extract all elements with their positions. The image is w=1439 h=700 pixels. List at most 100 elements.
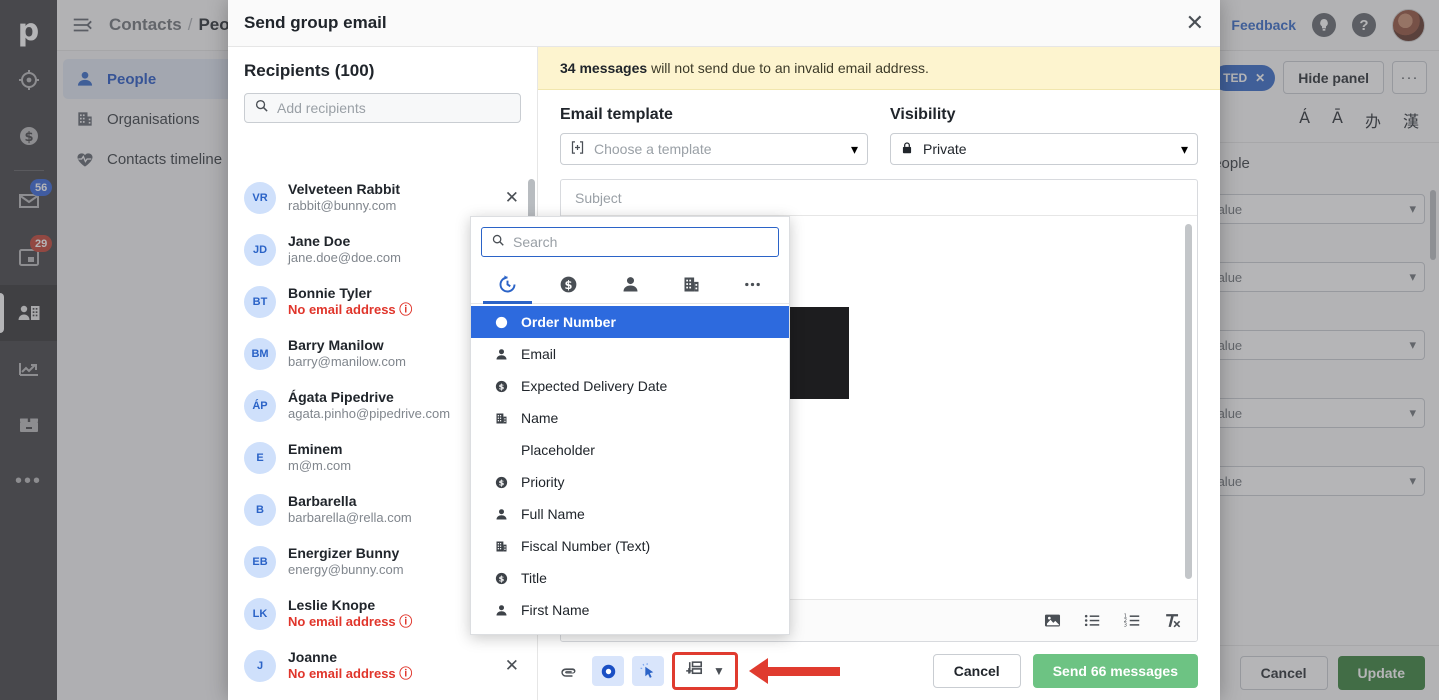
recipient-text: Jane Doe jane.doe@doe.com [288, 233, 493, 267]
recipient-email: agata.pinho@pipedrive.com [288, 406, 451, 422]
merge-field-item[interactable]: Name [471, 402, 789, 434]
recent-icon [499, 274, 516, 292]
avatar: LK [244, 598, 276, 630]
recipient-text: Bonnie Tyler No email address ⓘ [288, 285, 493, 319]
deal-icon: $ [560, 276, 577, 292]
merge-field-item[interactable]: First Name [471, 594, 789, 626]
tab-organisation[interactable] [661, 265, 722, 303]
merge-field-item[interactable]: $ Order Number [471, 306, 789, 338]
recipient-name: Eminem [288, 440, 343, 457]
person-icon [623, 276, 637, 291]
avatar: B [244, 494, 276, 526]
add-recipients-input[interactable] [277, 100, 511, 116]
merge-field-label: Full Name [521, 506, 585, 522]
deal-icon: $ [493, 379, 510, 394]
template-icon [570, 140, 585, 158]
recipient-name: Velveteen Rabbit [288, 180, 401, 197]
merge-field-label: Order Number [521, 314, 616, 330]
deal-icon: $ [493, 475, 510, 490]
email-template-label: Email template [560, 106, 673, 123]
annotation-arrow [749, 658, 840, 684]
merge-field-item[interactable]: Email [471, 338, 789, 370]
deal-icon: $ [493, 571, 510, 586]
recipient-email: energy@bunny.com [288, 562, 404, 578]
recipients-heading: Recipients (100) [244, 61, 375, 80]
attachment-icon[interactable] [552, 656, 584, 686]
format-toolbar-right: 123 [1037, 607, 1187, 635]
visibility-value: Private [923, 141, 967, 157]
merge-field-item[interactable]: $ Title [471, 562, 789, 594]
svg-text:$: $ [499, 317, 505, 327]
send-messages-button[interactable]: Send 66 messages [1032, 654, 1198, 688]
remove-recipient-icon[interactable]: ✕ [505, 656, 527, 676]
subject-field[interactable]: Subject [561, 180, 1197, 216]
tracking-icon[interactable] [592, 656, 624, 686]
merge-field-item[interactable]: Fiscal Number (Text) [471, 530, 789, 562]
merge-field-list: $ Order Number Email $ Expected Delivery Dat… [471, 304, 789, 634]
dialog-title: Send group email [244, 13, 387, 32]
merge-search-input[interactable] [513, 234, 769, 250]
merge-field-item[interactable]: Full Name [471, 498, 789, 530]
merge-search-field[interactable] [481, 227, 779, 257]
merge-field-dropdown: $ $ Order Number Email $ Expected Delivery D… [470, 216, 790, 635]
merge-field-label: Expected Delivery Date [521, 378, 668, 394]
avatar: E [244, 442, 276, 474]
recipient-name: Barbarella [288, 492, 357, 509]
info-icon[interactable]: ⓘ [399, 302, 412, 317]
info-icon[interactable]: ⓘ [399, 666, 412, 681]
info-icon[interactable]: ⓘ [399, 614, 412, 629]
avatar: EB [244, 546, 276, 578]
clear-formatting-icon[interactable] [1157, 607, 1187, 635]
recipient-text: Leslie Knope No email address ⓘ [288, 597, 493, 631]
merge-field-label: Placeholder [521, 442, 595, 458]
merge-field-button[interactable]: ▼ [672, 652, 840, 690]
merge-field-item[interactable]: Placeholder [471, 434, 789, 466]
remove-recipient-icon[interactable]: ✕ [505, 188, 527, 208]
recipient-name: Ágata Pipedrive [288, 388, 394, 405]
recipient-name: Energizer Bunny [288, 544, 400, 561]
svg-text:$: $ [565, 277, 573, 291]
tab-person[interactable] [599, 265, 660, 303]
deal-icon: $ [493, 315, 510, 330]
email-template-select[interactable]: Choose a template ▾ [560, 133, 868, 165]
chevron-down-icon: ▼ [713, 664, 725, 678]
visibility-select[interactable]: Private ▾ [890, 133, 1198, 165]
subject-placeholder: Subject [575, 189, 622, 206]
insert-image-icon[interactable] [1037, 607, 1067, 635]
click-tracking-icon[interactable] [632, 656, 664, 686]
add-recipients-field[interactable] [244, 93, 521, 123]
warning-count: 34 messages [560, 60, 648, 76]
tab-more[interactable] [722, 265, 783, 303]
merge-field-label: Priority [521, 474, 565, 490]
avatar: BM [244, 338, 276, 370]
recipient-text: Eminem m@m.com [288, 441, 493, 475]
recipient-email: jane.doe@doe.com [288, 250, 401, 266]
lock-icon [900, 141, 914, 158]
bulleted-list-icon[interactable] [1077, 607, 1107, 635]
person-icon [493, 347, 510, 362]
recipient-row: BABud Abbotbabbott@oceanica.com✕ [244, 692, 527, 700]
template-placeholder: Choose a template [594, 141, 712, 157]
recipient-name: Leslie Knope [288, 596, 376, 613]
dialog-header: Send group email ✕ [228, 0, 1220, 47]
tab-recent[interactable] [477, 265, 538, 304]
numbered-list-icon[interactable]: 123 [1117, 607, 1147, 635]
search-icon [491, 233, 505, 252]
recipient-name: Bonnie Tyler [288, 284, 372, 301]
close-icon[interactable]: ✕ [1186, 12, 1204, 34]
recipient-text: Energizer Bunny energy@bunny.com [288, 545, 493, 579]
tab-deal[interactable]: $ [538, 265, 599, 303]
recipient-text: Velveteen Rabbit rabbit@bunny.com [288, 181, 493, 215]
merge-field-item[interactable]: $ Expected Delivery Date [471, 370, 789, 402]
visibility-label: Visibility [890, 106, 956, 123]
merge-field-label: Name [521, 410, 559, 426]
recipient-error: No email address ⓘ [288, 666, 413, 682]
cancel-button[interactable]: Cancel [932, 654, 1021, 688]
recipient-name: Jane Doe [288, 232, 351, 249]
warning-text: will not send due to an invalid email ad… [647, 60, 929, 76]
recipient-text: Barbarella barbarella@rella.com [288, 493, 493, 527]
recipient-email: m@m.com [288, 458, 352, 474]
email-body-scrollbar[interactable] [1185, 224, 1192, 579]
merge-field-item[interactable]: $ Priority [471, 466, 789, 498]
person-icon [493, 507, 510, 522]
